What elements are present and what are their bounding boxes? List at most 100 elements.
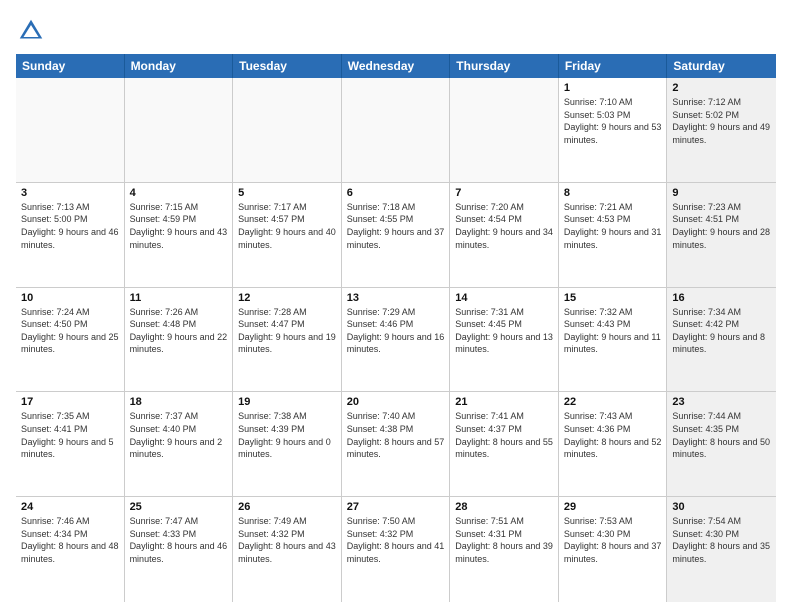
day-info: Sunrise: 7:41 AM Sunset: 4:37 PM Dayligh… — [455, 410, 553, 460]
calendar-week-2: 3Sunrise: 7:13 AM Sunset: 5:00 PM Daylig… — [16, 183, 776, 288]
day-number: 1 — [564, 82, 662, 94]
day-info: Sunrise: 7:20 AM Sunset: 4:54 PM Dayligh… — [455, 201, 553, 251]
day-number: 2 — [672, 82, 771, 94]
day-number: 11 — [130, 292, 228, 304]
day-cell-10: 10Sunrise: 7:24 AM Sunset: 4:50 PM Dayli… — [16, 288, 125, 392]
day-cell-22: 22 Sunrise: 7:43 AM Sunset: 4:36 PM Dayli… — [559, 392, 668, 496]
day-number: 22 — [564, 396, 662, 408]
calendar-week-1: 1 Sunrise: 7:10 AM Sunset: 5:03 PM Daylig… — [16, 78, 776, 183]
day-number: 21 — [455, 396, 553, 408]
calendar-header: SundayMondayTuesdayWednesdayThursdayFrid… — [16, 54, 776, 78]
day-info: Sunrise: 7:26 AM Sunset: 4:48 PM Dayligh… — [130, 306, 228, 356]
day-number: 19 — [238, 396, 336, 408]
day-info: Sunrise: 7:43 AM Sunset: 4:36 PM Dayligh… — [564, 410, 662, 460]
day-header-monday: Monday — [125, 54, 234, 78]
day-header-sunday: Sunday — [16, 54, 125, 78]
day-header-wednesday: Wednesday — [342, 54, 451, 78]
day-info: Sunrise: 7:34 AM Sunset: 4:42 PM Dayligh… — [672, 306, 771, 356]
day-cell-30: 30Sunrise: 7:54 AM Sunset: 4:30 PM Dayli… — [667, 497, 776, 602]
day-cell-5: 5Sunrise: 7:17 AM Sunset: 4:57 PM Daylig… — [233, 183, 342, 287]
day-number: 15 — [564, 292, 662, 304]
day-info: Sunrise: 7:54 AM Sunset: 4:30 PM Dayligh… — [672, 515, 771, 565]
day-number: 27 — [347, 501, 445, 513]
day-cell-20: 20 Sunrise: 7:40 AM Sunset: 4:38 PM Dayli… — [342, 392, 451, 496]
day-cell-27: 27 Sunrise: 7:50 AM Sunset: 4:32 PM Dayli… — [342, 497, 451, 602]
day-number: 18 — [130, 396, 228, 408]
day-cell-14: 14Sunrise: 7:31 AM Sunset: 4:45 PM Dayli… — [450, 288, 559, 392]
calendar-body: 1 Sunrise: 7:10 AM Sunset: 5:03 PM Daylig… — [16, 78, 776, 602]
empty-cell — [342, 78, 451, 182]
day-info: Sunrise: 7:40 AM Sunset: 4:38 PM Dayligh… — [347, 410, 445, 460]
day-cell-19: 19 Sunrise: 7:38 AM Sunset: 4:39 PM Dayli… — [233, 392, 342, 496]
day-number: 25 — [130, 501, 228, 513]
day-number: 23 — [672, 396, 771, 408]
day-info: Sunrise: 7:50 AM Sunset: 4:32 PM Dayligh… — [347, 515, 445, 565]
day-number: 17 — [21, 396, 119, 408]
day-number: 4 — [130, 187, 228, 199]
day-info: Sunrise: 7:49 AM Sunset: 4:32 PM Dayligh… — [238, 515, 336, 565]
day-cell-23: 23 Sunrise: 7:44 AM Sunset: 4:35 PM Dayli… — [667, 392, 776, 496]
day-info: Sunrise: 7:35 AM Sunset: 4:41 PM Dayligh… — [21, 410, 119, 460]
day-number: 9 — [672, 187, 771, 199]
day-number: 7 — [455, 187, 553, 199]
day-cell-9: 9 Sunrise: 7:23 AM Sunset: 4:51 PM Daylig… — [667, 183, 776, 287]
day-cell-7: 7 Sunrise: 7:20 AM Sunset: 4:54 PM Daylig… — [450, 183, 559, 287]
day-cell-17: 17 Sunrise: 7:35 AM Sunset: 4:41 PM Dayli… — [16, 392, 125, 496]
day-number: 8 — [564, 187, 662, 199]
day-info: Sunrise: 7:46 AM Sunset: 4:34 PM Dayligh… — [21, 515, 119, 565]
day-info: Sunrise: 7:13 AM Sunset: 5:00 PM Dayligh… — [21, 201, 119, 251]
day-cell-26: 26 Sunrise: 7:49 AM Sunset: 4:32 PM Dayli… — [233, 497, 342, 602]
day-cell-28: 28 Sunrise: 7:51 AM Sunset: 4:31 PM Dayli… — [450, 497, 559, 602]
day-info: Sunrise: 7:32 AM Sunset: 4:43 PM Dayligh… — [564, 306, 662, 356]
day-info: Sunrise: 7:44 AM Sunset: 4:35 PM Dayligh… — [672, 410, 771, 460]
day-number: 6 — [347, 187, 445, 199]
day-header-saturday: Saturday — [667, 54, 776, 78]
empty-cell — [16, 78, 125, 182]
day-info: Sunrise: 7:18 AM Sunset: 4:55 PM Dayligh… — [347, 201, 445, 251]
day-number: 28 — [455, 501, 553, 513]
day-cell-6: 6 Sunrise: 7:18 AM Sunset: 4:55 PM Daylig… — [342, 183, 451, 287]
day-number: 5 — [238, 187, 336, 199]
day-info: Sunrise: 7:51 AM Sunset: 4:31 PM Dayligh… — [455, 515, 553, 565]
day-info: Sunrise: 7:38 AM Sunset: 4:39 PM Dayligh… — [238, 410, 336, 460]
day-info: Sunrise: 7:24 AM Sunset: 4:50 PM Dayligh… — [21, 306, 119, 356]
day-number: 20 — [347, 396, 445, 408]
logo — [16, 16, 50, 46]
calendar: SundayMondayTuesdayWednesdayThursdayFrid… — [16, 54, 776, 602]
day-info: Sunrise: 7:28 AM Sunset: 4:47 PM Dayligh… — [238, 306, 336, 356]
day-cell-21: 21 Sunrise: 7:41 AM Sunset: 4:37 PM Dayli… — [450, 392, 559, 496]
day-cell-16: 16 Sunrise: 7:34 AM Sunset: 4:42 PM Dayli… — [667, 288, 776, 392]
day-header-tuesday: Tuesday — [233, 54, 342, 78]
logo-icon — [16, 16, 46, 46]
day-cell-25: 25 Sunrise: 7:47 AM Sunset: 4:33 PM Dayli… — [125, 497, 234, 602]
day-cell-1: 1 Sunrise: 7:10 AM Sunset: 5:03 PM Daylig… — [559, 78, 668, 182]
day-info: Sunrise: 7:31 AM Sunset: 4:45 PM Dayligh… — [455, 306, 553, 356]
day-cell-12: 12Sunrise: 7:28 AM Sunset: 4:47 PM Dayli… — [233, 288, 342, 392]
day-info: Sunrise: 7:21 AM Sunset: 4:53 PM Dayligh… — [564, 201, 662, 251]
day-info: Sunrise: 7:12 AM Sunset: 5:02 PM Dayligh… — [672, 96, 771, 146]
day-number: 24 — [21, 501, 119, 513]
day-info: Sunrise: 7:37 AM Sunset: 4:40 PM Dayligh… — [130, 410, 228, 460]
day-cell-11: 11 Sunrise: 7:26 AM Sunset: 4:48 PM Dayli… — [125, 288, 234, 392]
day-cell-15: 15 Sunrise: 7:32 AM Sunset: 4:43 PM Dayli… — [559, 288, 668, 392]
day-header-thursday: Thursday — [450, 54, 559, 78]
day-number: 26 — [238, 501, 336, 513]
day-info: Sunrise: 7:47 AM Sunset: 4:33 PM Dayligh… — [130, 515, 228, 565]
day-number: 29 — [564, 501, 662, 513]
calendar-week-3: 10Sunrise: 7:24 AM Sunset: 4:50 PM Dayli… — [16, 288, 776, 393]
day-cell-2: 2 Sunrise: 7:12 AM Sunset: 5:02 PM Daylig… — [667, 78, 776, 182]
day-cell-8: 8 Sunrise: 7:21 AM Sunset: 4:53 PM Daylig… — [559, 183, 668, 287]
day-info: Sunrise: 7:10 AM Sunset: 5:03 PM Dayligh… — [564, 96, 662, 146]
day-info: Sunrise: 7:23 AM Sunset: 4:51 PM Dayligh… — [672, 201, 771, 251]
day-cell-24: 24 Sunrise: 7:46 AM Sunset: 4:34 PM Dayli… — [16, 497, 125, 602]
calendar-week-4: 17 Sunrise: 7:35 AM Sunset: 4:41 PM Dayli… — [16, 392, 776, 497]
empty-cell — [125, 78, 234, 182]
day-header-friday: Friday — [559, 54, 668, 78]
empty-cell — [233, 78, 342, 182]
calendar-week-5: 24 Sunrise: 7:46 AM Sunset: 4:34 PM Dayli… — [16, 497, 776, 602]
day-info: Sunrise: 7:53 AM Sunset: 4:30 PM Dayligh… — [564, 515, 662, 565]
day-number: 16 — [672, 292, 771, 304]
day-cell-13: 13Sunrise: 7:29 AM Sunset: 4:46 PM Dayli… — [342, 288, 451, 392]
day-cell-4: 4Sunrise: 7:15 AM Sunset: 4:59 PM Daylig… — [125, 183, 234, 287]
day-info: Sunrise: 7:29 AM Sunset: 4:46 PM Dayligh… — [347, 306, 445, 356]
